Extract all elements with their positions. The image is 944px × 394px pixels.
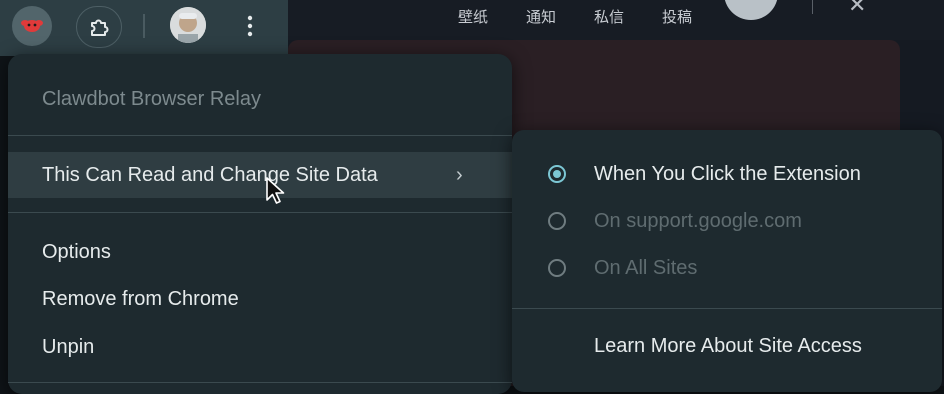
option-label: On All Sites — [594, 257, 698, 279]
nav-item-messages[interactable]: 私信 — [594, 6, 624, 27]
option-label: When You Click the Extension — [594, 163, 861, 185]
profile-avatar[interactable] — [170, 7, 206, 43]
nav-item-wallpaper[interactable]: 壁纸 — [458, 6, 488, 27]
remove-label: Remove from Chrome — [42, 287, 239, 310]
learn-more-label: Learn More About Site Access — [594, 335, 862, 357]
site-data-label: This Can Read and Change Site Data — [42, 163, 378, 186]
unpin-menu-item[interactable]: Unpin — [8, 324, 512, 370]
mouse-cursor-icon — [266, 177, 285, 204]
site-access-option-all-sites: On All Sites — [512, 248, 942, 292]
submenu-divider — [512, 308, 942, 309]
menu-divider — [8, 135, 512, 136]
radio-unselected — [548, 212, 566, 230]
options-menu-item[interactable]: Options — [8, 229, 512, 275]
close-icon[interactable]: ✕ — [848, 0, 866, 18]
chevron-right-icon: › — [456, 163, 463, 186]
options-label: Options — [42, 240, 111, 263]
site-data-menu-item[interactable]: This Can Read and Change Site Data › — [8, 152, 512, 198]
site-access-option-this-site: On support.google.com — [512, 201, 942, 245]
learn-more-site-access-link[interactable]: Learn More About Site Access — [512, 326, 942, 370]
radio-unselected — [548, 259, 566, 277]
puzzle-icon[interactable] — [76, 6, 122, 48]
extension-name: Clawdbot Browser Relay — [42, 88, 261, 110]
extension-context-menu: Clawdbot Browser Relay This Can Read and… — [8, 54, 512, 394]
web-user-avatar[interactable] — [724, 0, 778, 20]
remove-from-chrome-menu-item[interactable]: Remove from Chrome — [8, 276, 512, 322]
site-access-option-on-click[interactable]: When You Click the Extension — [512, 154, 942, 198]
toolbar-separator — [143, 14, 145, 38]
more-vert-icon[interactable] — [232, 6, 268, 46]
nav-item-notifications[interactable]: 通知 — [526, 6, 556, 27]
site-access-submenu: When You Click the Extension On support.… — [512, 130, 942, 392]
web-header-divider — [812, 0, 813, 14]
web-header: 壁纸 通知 私信 投稿 ✕ — [288, 0, 944, 40]
menu-divider — [8, 382, 512, 383]
browser-toolbar — [0, 0, 288, 56]
radio-selected[interactable] — [548, 165, 566, 183]
option-label: On support.google.com — [594, 210, 802, 232]
lobster-icon[interactable] — [12, 6, 52, 46]
unpin-label: Unpin — [42, 335, 95, 358]
nav-item-submit[interactable]: 投稿 — [662, 6, 692, 27]
menu-divider — [8, 212, 512, 213]
